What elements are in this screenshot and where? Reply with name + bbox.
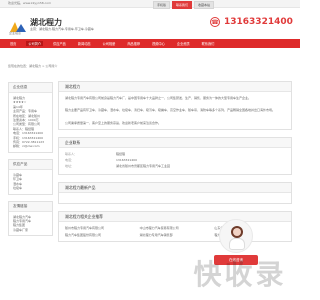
contact-box: 企业联系 联系人： 程经理 电话： 13163321400 地址： 湖北省随州市… [58,137,292,176]
nav-item-album[interactable]: 公司相册 [101,41,118,46]
contact-value: 程经理 [116,152,126,157]
sidebar: 企业信息 湖北程力 ★★★★☆ 第14年 主营产品：专用车 所在地区：湖北随州 … [8,82,53,242]
about-paragraph: 公司秉承质量第一、客户至上的服务宗旨，欢迎新老客户前来洽谈合作。 [65,120,162,125]
products-title: 湖北程力最新产品 [59,183,291,194]
nav-item-products[interactable]: 供应产品 [51,41,68,46]
watermark: 快收录 [193,257,287,291]
header: 企业站点 湖北程力 主营：湖北程力,程力汽车,专用车,环卫车,冷藏车 ☎ 131… [0,8,300,39]
products-box: 湖北程力最新产品 [58,182,292,205]
top-welcome: 欢迎光临，www.kkyy158.com [8,1,52,5]
listing-column: 随州市程力专用汽车有限公司 程力汽车集团股份有限公司 [65,226,136,237]
contact-title: 企业联系 [59,138,291,149]
company-info-body: 湖北程力 ★★★★☆ 第14年 主营产品：专用车 所在地区：湖北随州 注册资本：… [9,93,52,152]
breadcrumb: 您现在的位置：湖北程力 > 公司简介 [8,64,58,68]
contact-table: 联系人： 程经理 电话： 13163321400 地址： 湖北省随州市曾都区程力… [59,148,291,174]
listing-grid: 随州市程力专用汽车有限公司 程力汽车集团股份有限公司 中山市程力汽车贸易有限公司… [59,222,291,241]
listing-item[interactable]: 中山市程力汽车贸易有限公司 [140,226,211,230]
sidebar-links-body: 湖北程力汽车 程力专用汽车 程力集团 冷藏车厂家 [9,212,52,236]
nav-item-contact[interactable]: 联系我们 [200,41,217,46]
logo-icon [9,18,27,32]
nav-item-news[interactable]: 新闻动态 [76,41,93,46]
company-info-title: 企业信息 [9,83,52,93]
about-paragraph: 湖北程力专用汽车有限公司前身是程力汽车厂，是中国专用车十大品牌之一，公司集研发、… [65,96,252,100]
company-info-box: 企业信息 湖北程力 ★★★★☆ 第14年 主营产品：专用车 所在地区：湖北随州 … [8,82,53,153]
logo-subtext: 企业站点 [9,31,22,35]
nav-item-recommend[interactable]: 商品推荐 [125,41,142,46]
sidebar-link-item[interactable]: 冷藏车厂家 [13,228,48,232]
sidebar-links-box: 友情链接 湖北程力汽车 程力专用汽车 程力集团 冷藏车厂家 [8,200,53,237]
phone-number: 13163321400 [224,17,293,27]
about-paragraph: 程力主要产品有环卫车、冷藏车、洒水车、垃圾车、清扫车、吸污车、吸粪车、高空作业车… [65,108,276,113]
top-strip: 欢迎光临，www.kkyy158.com 手机版 联系我们 收藏本站 [0,0,300,9]
company-info-row: 邮箱：cl@clw.com [13,144,40,149]
about-box: 湖北程力 湖北程力专用汽车有限公司前身是程力汽车厂，是中国专用车十大品牌之一，公… [58,81,292,131]
nav-item-home[interactable]: 首页 [8,41,18,46]
avatar-face-icon [233,228,241,236]
listing-column: 中山市程力汽车贸易有限公司 湖北程力专用汽车销售部 [140,226,211,237]
about-title: 湖北程力 [59,82,291,92]
nav-item-company-intro[interactable]: 公司简介 [26,41,44,46]
company-description: 主营：湖北程力,程力汽车,专用车,环卫车,冷藏车 [30,27,94,31]
contact-label: 电话： [65,158,75,163]
contact-value: 13163321400 [116,158,137,163]
sidebar-links-title: 友情链接 [9,201,52,212]
phone-icon: ☎ [210,17,220,27]
sidebar-products-body: 冷藏车 环卫车 洒水车 垃圾车 [9,170,52,194]
listing-box: 湖北程力相关企业推荐 随州市程力专用汽车有限公司 程力汽车集团股份有限公司 中山… [58,211,292,243]
listing-title: 湖北程力相关企业推荐 [59,212,291,223]
sidebar-products-box: 供应产品 冷藏车 环卫车 洒水车 垃圾车 [8,158,53,195]
listing-item[interactable]: 随州市程力专用汽车有限公司 [65,226,136,230]
main-content: 湖北程力 湖北程力专用汽车有限公司前身是程力汽车厂，是中国专用车十大品牌之一，公… [58,81,292,249]
contact-label: 联系人： [65,152,78,157]
nav-item-qualification[interactable]: 企业资质 [175,41,192,46]
main-nav: 首页 公司简介 供应产品 新闻动态 公司相册 商品推荐 视频中心 企业资质 联系… [0,39,300,48]
company-info-row: 电话：13163321400 [13,131,43,136]
contact-label: 地址： [65,164,75,169]
listing-item[interactable]: 湖北程力专用汽车销售部 [140,233,211,237]
listing-item[interactable]: 程力汽车集团股份有限公司 [65,233,136,237]
products-placeholder [59,193,291,203]
sidebar-products-title: 供应产品 [9,159,52,170]
contact-value: 湖北省随州市曾都区程力专用汽车工业园 [116,164,171,169]
nav-item-video[interactable]: 视频中心 [150,41,167,46]
phone-wrap: ☎ 13163321400 [210,17,293,27]
sidebar-product-item[interactable]: 垃圾车 [13,186,48,190]
